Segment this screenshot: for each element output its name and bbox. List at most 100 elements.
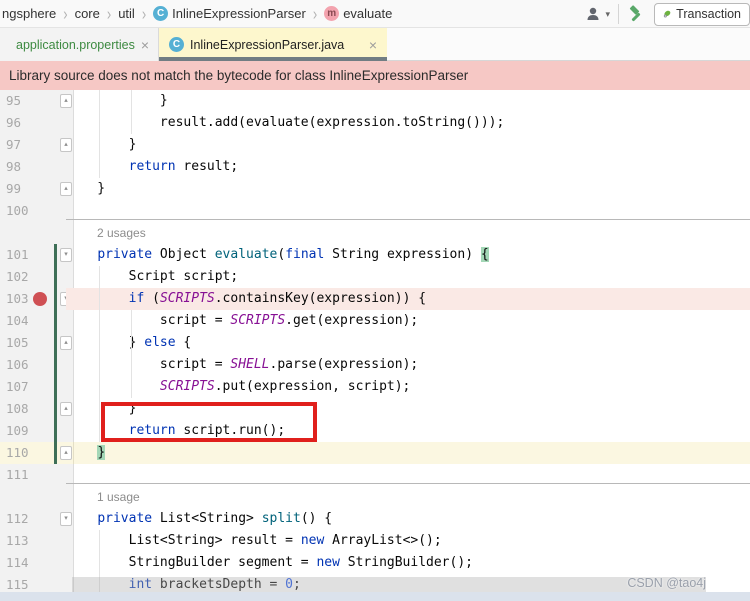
line-number[interactable]: 109 — [6, 420, 29, 442]
line-number[interactable]: 105 — [6, 332, 29, 354]
gutter[interactable]: 100 — [0, 200, 74, 222]
breadcrumb-separator: › — [312, 6, 318, 21]
code-line-113: 113 List<String> result = new ArrayList<… — [0, 530, 750, 552]
breadcrumb-item-util[interactable]: util — [118, 6, 135, 21]
line-number[interactable]: 104 — [6, 310, 29, 332]
line-number[interactable]: 107 — [6, 376, 29, 398]
gutter[interactable]: 95 ▴ — [0, 90, 74, 112]
gutter[interactable]: 99 ▴ — [0, 178, 74, 200]
gutter[interactable]: 106 — [0, 354, 74, 376]
users-icon-glyph — [587, 7, 599, 20]
line-number[interactable]: 97 — [6, 134, 21, 156]
gutter[interactable]: 107 — [0, 376, 74, 398]
code-text[interactable]: private List<String> split() { — [66, 508, 750, 530]
gutter[interactable]: 114 — [0, 552, 74, 574]
line-number[interactable]: 103 — [6, 288, 29, 310]
gutter[interactable] — [0, 222, 74, 244]
gutter[interactable]: 96 — [0, 112, 74, 134]
line-number[interactable]: 114 — [6, 552, 29, 574]
gutter[interactable]: 109 — [0, 420, 74, 442]
gutter[interactable]: 108 ▴ — [0, 398, 74, 420]
code-line-95: 95 ▴ } — [0, 90, 750, 112]
breadcrumb-item-evaluate[interactable]: m evaluate — [324, 6, 392, 21]
gutter[interactable]: 101 ▾ — [0, 244, 74, 266]
line-number[interactable]: 112 — [6, 508, 29, 530]
breadcrumb-item-inlineexpressionparser[interactable]: C InlineExpressionParser — [153, 6, 306, 21]
code-text[interactable]: private Object evaluate(final String exp… — [66, 244, 750, 266]
usages-label[interactable]: 2 usages — [66, 222, 750, 244]
code-text[interactable]: result.add(evaluate(expression.toString(… — [66, 112, 750, 134]
line-number[interactable]: 98 — [6, 156, 21, 178]
code-text[interactable]: script = SHELL.parse(expression); — [66, 354, 750, 376]
breadcrumb-separator: › — [141, 6, 147, 21]
run-configuration-select[interactable]: Transaction — [654, 2, 750, 26]
breadcrumb-label: core — [74, 6, 100, 21]
line-number[interactable]: 100 — [6, 200, 29, 222]
gutter[interactable]: 98 — [0, 156, 74, 178]
indent-guide — [99, 266, 100, 442]
close-icon[interactable]: × — [369, 37, 377, 53]
line-number[interactable]: 111 — [6, 464, 29, 486]
line-number[interactable]: 95 — [6, 90, 21, 112]
code-editor[interactable]: 95 ▴ } 96 result.add(evaluate(expression.t… — [0, 90, 750, 601]
code-rows: 95 ▴ } 96 result.add(evaluate(expression.t… — [0, 90, 750, 596]
chevron-down-icon[interactable]: ▾ — [605, 9, 610, 20]
breadcrumb-label: evaluate — [343, 6, 393, 21]
line-number[interactable]: 102 — [6, 266, 29, 288]
code-text[interactable]: if (SCRIPTS.containsKey(expression)) { — [66, 288, 750, 310]
code-text[interactable]: } else { — [66, 332, 750, 354]
watermark-band — [72, 577, 706, 592]
tab-application-properties[interactable]: application.properties × — [0, 28, 159, 61]
close-icon[interactable]: × — [141, 37, 149, 53]
gutter[interactable]: 104 — [0, 310, 74, 332]
usages-inlay-hint: 1 usage — [0, 483, 750, 508]
code-text[interactable]: return script.run(); — [66, 420, 750, 442]
gutter[interactable]: 110 ▴ — [0, 442, 74, 464]
code-text[interactable]: } — [66, 398, 750, 420]
breakpoint-icon[interactable] — [33, 292, 47, 306]
breadcrumb-item-core[interactable]: core — [75, 6, 100, 21]
gutter[interactable]: 102 — [0, 266, 74, 288]
code-line-110: 110 ▴ } — [0, 442, 750, 464]
gutter[interactable]: 111 — [0, 464, 74, 486]
line-number[interactable]: 96 — [6, 112, 21, 134]
gutter[interactable]: 105 ▴ — [0, 332, 74, 354]
gutter[interactable]: 97 ▴ — [0, 134, 74, 156]
code-line-101: 101 ▾ private Object evaluate(final Strin… — [0, 244, 750, 266]
code-text[interactable]: Script script; — [66, 266, 750, 288]
code-line-114: 114 StringBuilder segment = new StringBu… — [0, 552, 750, 574]
line-number[interactable]: 101 — [6, 244, 29, 266]
watermark: CSDN @tao4j — [627, 576, 706, 590]
code-text[interactable]: SCRIPTS.put(expression, script); — [66, 376, 750, 398]
line-number[interactable]: 106 — [6, 354, 29, 376]
breadcrumb-separator: › — [106, 6, 112, 21]
breadcrumb-item-ngsphere[interactable]: ngsphere — [2, 6, 56, 21]
code-text[interactable]: } — [66, 134, 750, 156]
vcs-change-marker[interactable] — [54, 244, 57, 464]
code-text[interactable]: } — [66, 442, 750, 464]
tab-label: application.properties — [16, 37, 135, 52]
breadcrumb-label: InlineExpressionParser — [172, 6, 306, 21]
usages-label[interactable]: 1 usage — [66, 486, 750, 508]
code-text[interactable]: StringBuilder segment = new StringBuilde… — [66, 552, 750, 574]
line-number[interactable]: 110 — [6, 442, 29, 464]
code-text[interactable]: script = SCRIPTS.get(expression); — [66, 310, 750, 332]
line-number[interactable]: 99 — [6, 178, 21, 200]
gutter[interactable]: 113 — [0, 530, 74, 552]
class-icon: C — [169, 37, 184, 52]
gutter[interactable]: 112 ▾ — [0, 508, 74, 530]
build-hammer-icon[interactable] — [627, 5, 645, 23]
code-text[interactable]: } — [66, 178, 750, 200]
gutter[interactable] — [0, 486, 74, 508]
usages-inlay-hint: 2 usages — [0, 219, 750, 244]
users-icon[interactable] — [585, 6, 603, 22]
code-text[interactable]: List<String> result = new ArrayList<>(); — [66, 530, 750, 552]
code-text[interactable]: return result; — [66, 156, 750, 178]
class-icon: C — [153, 6, 169, 21]
indent-guide — [131, 310, 132, 398]
line-number[interactable]: 113 — [6, 530, 29, 552]
line-number[interactable]: 108 — [6, 398, 29, 420]
code-text[interactable]: } — [66, 90, 750, 112]
code-line-108: 108 ▴ } — [0, 398, 750, 420]
gutter[interactable]: 103▾ — [0, 288, 74, 310]
